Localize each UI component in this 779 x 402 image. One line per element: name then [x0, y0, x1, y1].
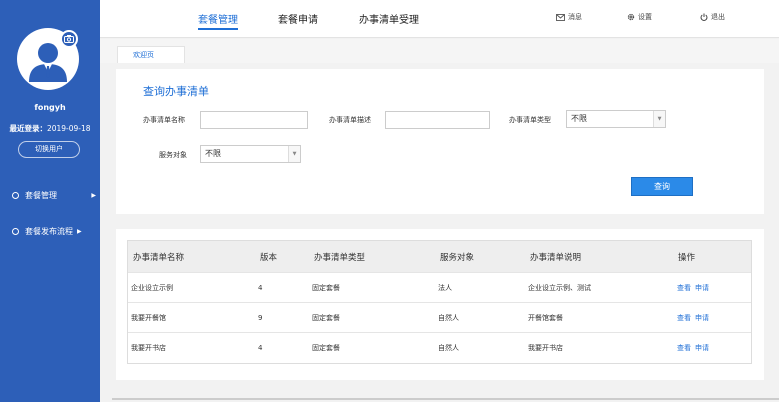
messages-link[interactable]: 消息	[556, 12, 582, 22]
cell-name: 企业设立示例	[131, 283, 173, 292]
results-table: 办事清单名称 版本 办事清单类型 服务对象 办事清单说明 操作 企业设立示例 4…	[127, 240, 752, 364]
caret-down-icon: ▼	[653, 111, 665, 127]
header-operations: 操作	[678, 252, 696, 263]
cell-name: 我要开书店	[131, 344, 166, 352]
cell-operations: 查看 申请	[677, 333, 713, 363]
logout-label: 退出	[711, 13, 725, 21]
cell-target: 自然人	[438, 313, 459, 322]
description-input[interactable]	[385, 111, 490, 129]
cell-operations: 查看 申请	[677, 303, 713, 332]
apply-link[interactable]: 申请	[695, 283, 709, 293]
cell-target: 法人	[438, 283, 452, 292]
bottom-divider	[112, 398, 779, 400]
cell-operations: 查看 申请	[677, 273, 713, 302]
sidebar-item-label: 套餐发布流程	[25, 226, 73, 236]
query-panel: 查询办事清单 办事清单名称 办事清单描述 办事清单类型 不限 ▼ 服务对象 不限…	[116, 69, 764, 214]
page-tab-bar: 欢迎页	[100, 39, 779, 63]
sidebar: fongyh 最近登录：2019-09-18 切换用户 套餐管理 ▶ 套餐发布流…	[0, 0, 100, 402]
sidebar-item-publish-flow[interactable]: 套餐发布流程 ▶	[12, 224, 96, 238]
type-select[interactable]: 不限 ▼	[566, 110, 666, 128]
query-title: 查询办事清单	[143, 85, 209, 98]
camera-icon[interactable]	[60, 30, 78, 48]
view-link[interactable]: 查看	[677, 283, 691, 293]
apply-link[interactable]: 申请	[695, 343, 709, 353]
last-login-label: 最近登录：	[9, 124, 47, 133]
switch-user-button[interactable]: 切换用户	[18, 141, 80, 158]
header-target: 服务对象	[440, 252, 475, 263]
query-button[interactable]: 查询	[631, 177, 693, 196]
tab-list-acceptance[interactable]: 办事清单受理	[359, 11, 419, 26]
view-link[interactable]: 查看	[677, 343, 691, 353]
header-version: 版本	[260, 252, 278, 263]
circle-icon	[12, 191, 19, 199]
tab-package-apply[interactable]: 套餐申请	[278, 11, 318, 26]
last-login-date: 2019-09-18	[46, 124, 91, 133]
circle-icon	[12, 227, 19, 235]
settings-label: 设置	[638, 13, 652, 21]
messages-label: 消息	[568, 13, 582, 21]
cell-type: 固定套餐	[312, 313, 340, 322]
sidebar-item-package-management[interactable]: 套餐管理 ▶	[12, 188, 96, 202]
table-row: 我要开书店 4 固定套餐 自然人 我要开书店 查看 申请	[128, 333, 751, 363]
tab-package-management[interactable]: 套餐管理	[198, 11, 238, 26]
username: fongyh	[34, 103, 66, 112]
view-link[interactable]: 查看	[677, 313, 691, 323]
type-label: 办事清单类型	[509, 116, 551, 124]
last-login: 最近登录：2019-09-18	[0, 123, 100, 134]
power-icon	[700, 13, 708, 21]
cell-version: 4	[258, 283, 263, 292]
cell-type: 固定套餐	[312, 344, 340, 352]
top-bar: 套餐管理 套餐申请 办事清单受理 消息 设置 退出	[100, 0, 779, 38]
table-header: 办事清单名称 版本 办事清单类型 服务对象 办事清单说明 操作	[128, 241, 751, 273]
logout-link[interactable]: 退出	[700, 12, 725, 22]
cell-name: 我要开餐馆	[131, 313, 166, 322]
table-row: 企业设立示例 4 固定套餐 法人 企业设立示例、测试 查看 申请	[128, 273, 751, 303]
header-name: 办事清单名称	[133, 252, 185, 263]
cell-type: 固定套餐	[312, 283, 340, 292]
header-description: 办事清单说明	[530, 252, 582, 263]
cell-description: 开餐馆套餐	[528, 313, 563, 322]
header-type: 办事清单类型	[314, 252, 366, 263]
mail-icon	[556, 13, 565, 21]
table-row: 我要开餐馆 9 固定套餐 自然人 开餐馆套餐 查看 申请	[128, 303, 751, 333]
settings-link[interactable]: 设置	[627, 12, 652, 22]
tab-welcome-page[interactable]: 欢迎页	[117, 46, 185, 63]
caret-down-icon: ▼	[288, 146, 300, 162]
triangle-right-icon: ▶	[91, 191, 96, 199]
description-label: 办事清单描述	[329, 116, 371, 124]
gear-icon	[627, 13, 635, 21]
target-select-value: 不限	[205, 149, 221, 158]
target-label: 服务对象	[159, 151, 187, 159]
target-select[interactable]: 不限 ▼	[200, 145, 301, 163]
name-input[interactable]	[200, 111, 308, 129]
cell-description: 企业设立示例、测试	[528, 283, 591, 292]
cell-version: 9	[258, 313, 263, 322]
results-panel: 办事清单名称 版本 办事清单类型 服务对象 办事清单说明 操作 企业设立示例 4…	[116, 229, 764, 380]
cell-target: 自然人	[438, 344, 459, 352]
triangle-right-icon: ▶	[77, 227, 82, 235]
apply-link[interactable]: 申请	[695, 313, 709, 323]
sidebar-item-label: 套餐管理	[25, 190, 57, 200]
type-select-value: 不限	[571, 114, 587, 123]
cell-version: 4	[258, 344, 263, 352]
active-tab-indicator	[198, 28, 238, 30]
cell-description: 我要开书店	[528, 344, 563, 352]
name-label: 办事清单名称	[143, 116, 185, 124]
